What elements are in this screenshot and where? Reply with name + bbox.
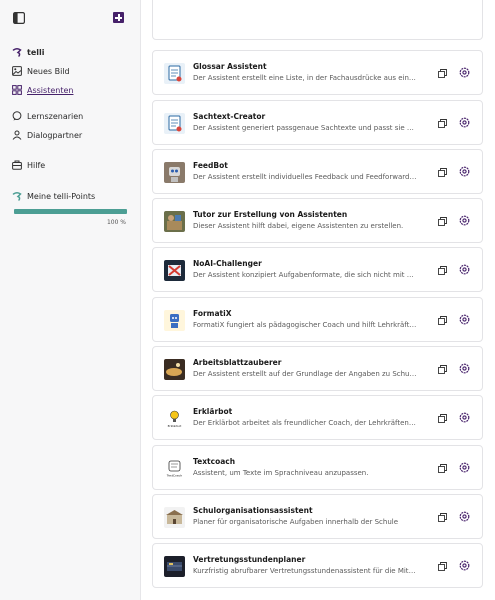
magic-photo (164, 359, 185, 380)
assistant-description: Kurzfristig abrufbarer Vertretungsstunde… (193, 567, 418, 575)
people-icon (12, 130, 22, 140)
thumb-label: TextCoach (166, 474, 182, 478)
partial-card-top (152, 0, 483, 40)
sidebar-item-assistenten[interactable]: Assistenten (12, 83, 73, 97)
sidebar-item-telli[interactable]: telli (12, 45, 44, 59)
lightbulb-icon: Erklärbot (164, 408, 185, 429)
school-icon (164, 507, 185, 528)
sidebar-item-lernszenarien[interactable]: Lernszenarien (12, 109, 83, 123)
chat-bubble-icon (12, 111, 22, 121)
assistant-title: Vertretungsstundenplaner (193, 555, 306, 564)
assistant-title: Erklärbot (193, 407, 233, 416)
assistant-card[interactable]: Erklärbot Erklärbot Der Erklärbot arbeit… (152, 395, 483, 440)
assistant-description: Dieser Assistent hilft dabei, eigene Ass… (193, 222, 404, 230)
assistant-description: Assistent, um Texte im Sprachniveau anzu… (193, 469, 369, 477)
telli-points-label: Meine telli-Points (12, 189, 95, 203)
assistant-description: Planer für organisatorische Aufgaben inn… (193, 518, 399, 526)
copy-icon[interactable] (438, 365, 447, 374)
sidebar-item-label: Lernszenarien (27, 111, 84, 121)
assistant-title: Sachtext-Creator (193, 112, 266, 121)
sidebar-item-label: Dialogpartner (27, 130, 83, 140)
assistant-description: FormatiX fungiert als pädagogischer Coac… (193, 321, 418, 329)
gear-icon[interactable] (459, 560, 470, 571)
assistant-description: Der Erklärbot arbeitet als freundlicher … (193, 419, 418, 427)
assistant-card[interactable]: Tutor zur Erstellung von Assistenten Die… (152, 198, 483, 243)
assistant-description: Der Assistent generiert passgenaue Sacht… (193, 124, 418, 132)
copy-icon[interactable] (438, 168, 447, 177)
sidebar-item-label: Neues Bild (27, 66, 70, 76)
no-ai-icon (164, 260, 185, 281)
doc-icon (164, 63, 185, 84)
assistant-title: Glossar Assistent (193, 62, 267, 71)
assistant-title: FormatiX (193, 309, 232, 318)
assistant-card[interactable]: Vertretungsstundenplaner Kurzfristig abr… (152, 543, 483, 588)
points-progress-bar (14, 209, 127, 214)
assistant-card[interactable]: TextCoach Textcoach Assistent, um Texte … (152, 445, 483, 490)
telli-logo-icon (12, 48, 22, 57)
grid-icon (12, 85, 22, 95)
gear-icon[interactable] (459, 215, 470, 226)
gear-icon[interactable] (459, 462, 470, 473)
assistant-title: NoAI-Challenger (193, 259, 262, 268)
robot-photo (164, 162, 185, 183)
tutor-photo (164, 211, 185, 232)
formatix-icon (164, 310, 185, 331)
gear-icon[interactable] (459, 264, 470, 275)
schedule-photo (164, 556, 185, 577)
thumb-label: Erklärbot (168, 424, 183, 428)
sidebar-top-bar (13, 12, 127, 26)
assistant-card[interactable]: FeedBot Der Assistent erstellt individue… (152, 149, 483, 194)
assistant-title: Schulorganisationsassistent (193, 506, 313, 515)
help-icon (12, 160, 22, 170)
assistants-list: Glossar Assistent Der Assistent erstellt… (152, 0, 483, 600)
assistant-card[interactable]: NoAI-Challenger Der Assistent konzipiert… (152, 247, 483, 292)
assistant-card[interactable]: Glossar Assistent Der Assistent erstellt… (152, 50, 483, 95)
gear-icon[interactable] (459, 67, 470, 78)
sidebar: telli Neues Bild Assistenten Lernszenari… (0, 0, 141, 600)
copy-icon[interactable] (438, 316, 447, 325)
gear-icon[interactable] (459, 166, 470, 177)
copy-icon[interactable] (438, 266, 447, 275)
assistant-title: Arbeitsblattzauberer (193, 358, 282, 367)
points-label-text: Meine telli-Points (27, 191, 96, 201)
sidebar-item-neues-bild[interactable]: Neues Bild (12, 64, 70, 78)
new-chat-button[interactable] (113, 12, 124, 23)
assistant-card[interactable]: Arbeitsblattzauberer Der Assistent erste… (152, 346, 483, 391)
copy-icon[interactable] (438, 414, 447, 423)
sidebar-item-hilfe[interactable]: Hilfe (12, 158, 45, 172)
gear-icon[interactable] (459, 412, 470, 423)
assistant-title: Tutor zur Erstellung von Assistenten (193, 210, 348, 219)
copy-icon[interactable] (438, 562, 447, 571)
gear-icon[interactable] (459, 117, 470, 128)
assistant-description: Der Assistent erstellt eine Liste, in de… (193, 74, 418, 82)
gear-icon[interactable] (459, 314, 470, 325)
points-progress-fill (14, 209, 127, 214)
points-icon (12, 192, 22, 201)
doc-icon (164, 113, 185, 134)
copy-icon[interactable] (438, 69, 447, 78)
sidebar-item-label: Hilfe (27, 160, 46, 170)
assistant-description: Der Assistent erstellt auf der Grundlage… (193, 370, 418, 378)
assistant-title: FeedBot (193, 161, 228, 170)
textcoach-icon: TextCoach (164, 458, 185, 479)
assistant-card[interactable]: Schulorganisationsassistent Planer für o… (152, 494, 483, 539)
gear-icon[interactable] (459, 511, 470, 522)
sidebar-toggle-icon[interactable] (13, 12, 25, 24)
image-icon (12, 66, 22, 76)
copy-icon[interactable] (438, 217, 447, 226)
copy-icon[interactable] (438, 119, 447, 128)
sidebar-item-label: Assistenten (27, 85, 74, 95)
assistant-card[interactable]: Sachtext-Creator Der Assistent generiert… (152, 100, 483, 145)
gear-icon[interactable] (459, 363, 470, 374)
assistant-title: Textcoach (193, 457, 236, 466)
copy-icon[interactable] (438, 513, 447, 522)
copy-icon[interactable] (438, 464, 447, 473)
sidebar-item-dialogpartner[interactable]: Dialogpartner (12, 128, 82, 142)
points-percent: 100 % (106, 219, 126, 226)
assistant-description: Der Assistent erstellt individuelles Fee… (193, 173, 418, 181)
assistant-card[interactable]: FormatiX FormatiX fungiert als pädagogis… (152, 297, 483, 342)
sidebar-item-label: telli (27, 47, 45, 57)
assistant-description: Der Assistent konzipiert Aufgabenformate… (193, 271, 418, 279)
